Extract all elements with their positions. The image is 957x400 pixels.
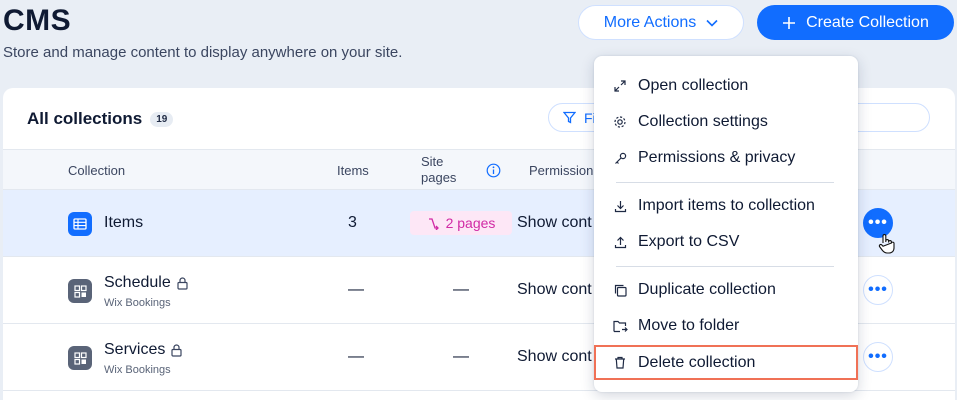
more-options-button[interactable]: ••• <box>863 342 893 372</box>
items-count: — <box>348 348 364 365</box>
trash-icon <box>612 356 628 369</box>
download-icon <box>612 200 628 213</box>
menu-item-collection-settings[interactable]: Collection settings <box>594 105 858 139</box>
page-title: CMS <box>3 4 72 37</box>
collection-name-text: Items <box>104 214 144 231</box>
upload-icon <box>612 236 628 249</box>
app-grid-icon <box>68 279 92 303</box>
collection-name[interactable]: Schedule <box>104 274 188 292</box>
menu-item-import-items[interactable]: Import items to collection <box>594 189 858 223</box>
menu-item-duplicate-collection[interactable]: Duplicate collection <box>594 273 858 307</box>
folder-move-icon <box>612 320 628 333</box>
menu-item-label: Open collection <box>638 77 749 94</box>
create-collection-label: Create Collection <box>806 13 929 31</box>
site-pages-value: — <box>453 281 469 298</box>
filter-icon <box>563 111 576 124</box>
menu-item-permissions-privacy[interactable]: Permissions & privacy <box>594 141 858 175</box>
items-count: 3 <box>348 214 357 231</box>
collection-name[interactable]: Items <box>104 214 143 232</box>
collection-source: Wix Bookings <box>104 297 171 309</box>
col-header-collection: Collection <box>68 163 126 178</box>
info-icon[interactable] <box>486 163 501 178</box>
menu-item-delete-collection[interactable]: Delete collection <box>594 345 858 380</box>
permissions-text: Show cont <box>517 281 592 298</box>
col-header-items: Items <box>337 163 369 178</box>
more-options-button[interactable]: ••• <box>863 275 893 305</box>
menu-item-label: Move to folder <box>638 317 740 334</box>
permissions-text: Show cont <box>517 214 592 231</box>
menu-item-label: Collection settings <box>638 113 768 130</box>
lock-icon <box>171 343 182 357</box>
col-header-permissions: Permission <box>529 163 594 178</box>
site-pages-label: 2 pages <box>445 215 496 231</box>
menu-divider <box>616 182 834 183</box>
plus-icon <box>783 16 796 29</box>
connection-icon <box>428 217 439 230</box>
collections-title-text: All collections <box>27 109 143 128</box>
items-count: — <box>348 281 364 298</box>
menu-item-label: Delete collection <box>638 353 756 371</box>
collection-name-text: Services <box>104 341 166 358</box>
key-icon <box>612 152 628 165</box>
table-icon <box>68 212 92 236</box>
page-subtitle: Store and manage content to display anyw… <box>3 44 403 61</box>
menu-item-label: Duplicate collection <box>638 281 776 298</box>
menu-item-move-to-folder[interactable]: Move to folder <box>594 309 858 343</box>
expand-icon <box>612 80 628 92</box>
menu-divider <box>616 266 834 267</box>
create-collection-button[interactable]: Create Collection <box>757 5 954 40</box>
duplicate-icon <box>612 284 628 297</box>
site-pages-value: — <box>453 348 469 365</box>
menu-item-label: Import items to collection <box>638 197 815 214</box>
menu-item-export-csv[interactable]: Export to CSV <box>594 225 858 259</box>
collections-count-badge: 19 <box>150 111 174 127</box>
menu-item-label: Permissions & privacy <box>638 149 796 166</box>
more-actions-label: More Actions <box>603 13 697 31</box>
site-pages-badge[interactable]: 2 pages <box>410 211 512 235</box>
hand-cursor-icon <box>878 234 895 254</box>
chevron-down-icon <box>706 19 718 27</box>
collection-name-text: Schedule <box>104 274 171 291</box>
col-header-site-pages: Site pages <box>421 154 457 185</box>
collections-title: All collections 19 <box>27 109 174 129</box>
menu-item-label: Export to CSV <box>638 233 740 250</box>
permissions-text: Show cont <box>517 348 592 365</box>
collection-source: Wix Bookings <box>104 364 171 376</box>
more-actions-button[interactable]: More Actions <box>578 5 744 40</box>
menu-item-open-collection[interactable]: Open collection <box>594 69 858 103</box>
lock-icon <box>177 276 188 290</box>
collection-context-menu: Open collection Collection settings Perm… <box>594 56 858 392</box>
gear-icon <box>612 115 628 129</box>
app-grid-icon <box>68 346 92 370</box>
collection-name[interactable]: Services <box>104 341 182 359</box>
